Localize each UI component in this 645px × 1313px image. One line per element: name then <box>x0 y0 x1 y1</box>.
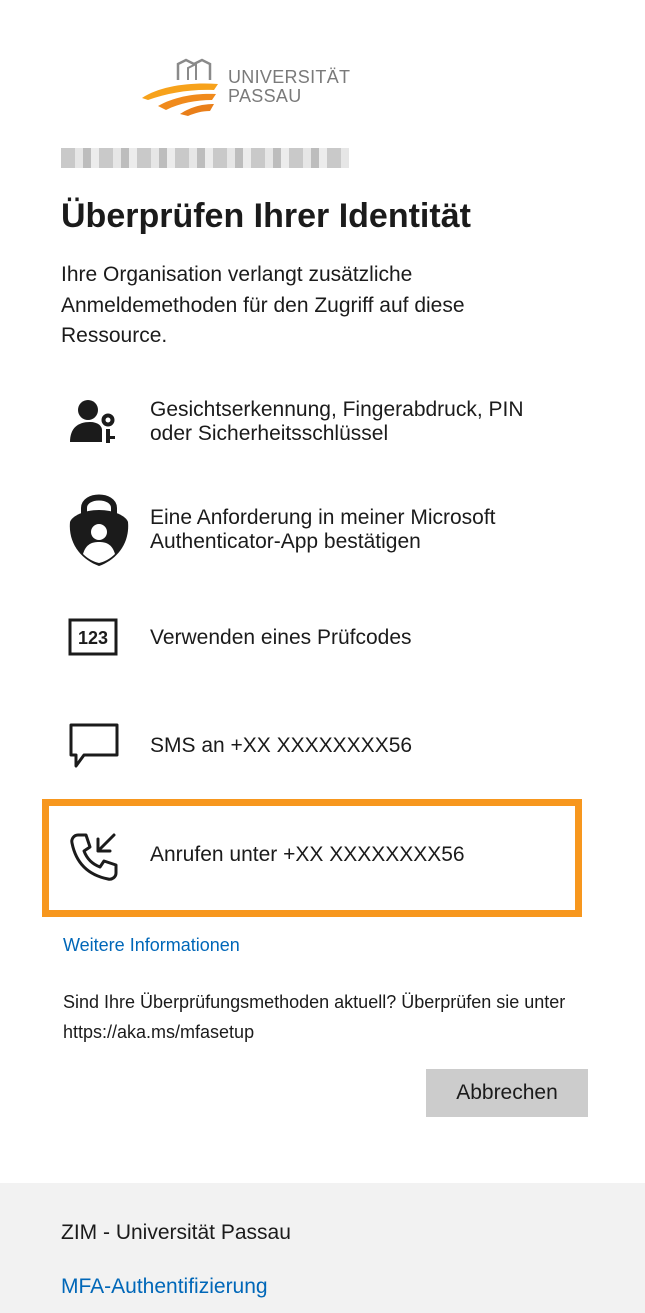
account-identifier-redacted <box>61 148 349 168</box>
page-description: Ihre Organisation verlangt zusätzliche A… <box>61 263 465 347</box>
method-option-authenticator-app[interactable]: Eine Anforderung in meiner Microsoft Aut… <box>46 476 578 586</box>
more-info-link[interactable]: Weitere Informationen <box>63 935 240 956</box>
verification-code-123-icon: 123 <box>68 618 118 661</box>
logo-text-line1: UNIVERSITÄT <box>228 67 351 87</box>
method-option-verification-code[interactable]: 123 Verwenden eines Prüfcodes <box>46 584 578 694</box>
footer-organization: ZIM - Universität Passau <box>61 1221 291 1244</box>
method-label: Eine Anforderung in meiner Microsoft Aut… <box>150 506 496 553</box>
page-title: Überprüfen Ihrer Identität <box>61 197 471 235</box>
method-option-windows-hello[interactable]: Gesichtserkennung, Fingerabdruck, PIN od… <box>46 368 578 478</box>
footer: ZIM - Universität Passau MFA-Authentifiz… <box>0 1183 645 1313</box>
method-label: Gesichtserkennung, Fingerabdruck, PIN od… <box>150 398 524 445</box>
university-logo: UNIVERSITÄT PASSAU <box>140 58 350 116</box>
sms-chat-icon <box>68 722 120 775</box>
university-logo-emblem-icon <box>142 58 218 116</box>
mfa-authentication-link[interactable]: MFA-Authentifizierung <box>61 1275 268 1299</box>
method-option-phone-call[interactable]: Anrufen unter +XX XXXXXXXX56 <box>42 799 582 917</box>
user-key-icon <box>68 396 120 453</box>
method-label: Verwenden eines Prüfcodes <box>150 626 412 649</box>
logo-text-line2: PASSAU <box>228 86 302 106</box>
svg-text:123: 123 <box>78 628 108 648</box>
phone-call-icon <box>68 831 120 888</box>
mfa-setup-note: Sind Ihre Überprüfungsmethoden aktuell? … <box>63 992 566 1042</box>
authenticator-lock-icon <box>68 488 130 573</box>
cancel-button[interactable]: Abbrechen <box>426 1069 588 1117</box>
method-option-sms[interactable]: SMS an +XX XXXXXXXX56 <box>46 692 578 802</box>
method-label: Anrufen unter +XX XXXXXXXX56 <box>150 843 465 866</box>
method-label: SMS an +XX XXXXXXXX56 <box>150 734 413 757</box>
